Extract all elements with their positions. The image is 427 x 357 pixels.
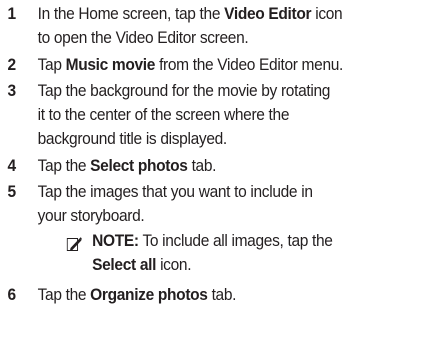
- ui-term-select-all: Select all: [92, 256, 157, 274]
- note-label: NOTE:: [92, 232, 139, 250]
- step-text: Tap the background for the movie by rota…: [37, 82, 331, 148]
- step-number: 4: [7, 157, 17, 175]
- step-text: Tap Music movie from the Video Editor me…: [37, 56, 344, 74]
- step-number: 2: [7, 56, 17, 74]
- note-text: NOTE: To include all images, tap the Sel…: [92, 232, 333, 274]
- step-number: 3: [7, 82, 17, 100]
- ui-term-video-editor: Video Editor: [224, 5, 312, 23]
- ui-term-select-photos: Select photos: [90, 157, 188, 175]
- step-number: 5: [7, 183, 17, 201]
- step-text: In the Home screen, tap the Video Editor…: [37, 5, 343, 47]
- step-number: 6: [7, 286, 17, 304]
- step-text: Tap the Organize photos tab.: [37, 286, 237, 304]
- pencil-note-icon: [66, 237, 82, 251]
- instruction-page: 1 In the Home screen, tap the Video Edit…: [0, 0, 427, 357]
- ui-term-music-movie: Music movie: [65, 56, 156, 74]
- ui-term-organize-photos: Organize photos: [90, 286, 208, 304]
- step-number: 1: [7, 5, 17, 23]
- step-text: Tap the Select photos tab.: [37, 157, 217, 175]
- step-text: Tap the images that you want to include …: [37, 183, 313, 225]
